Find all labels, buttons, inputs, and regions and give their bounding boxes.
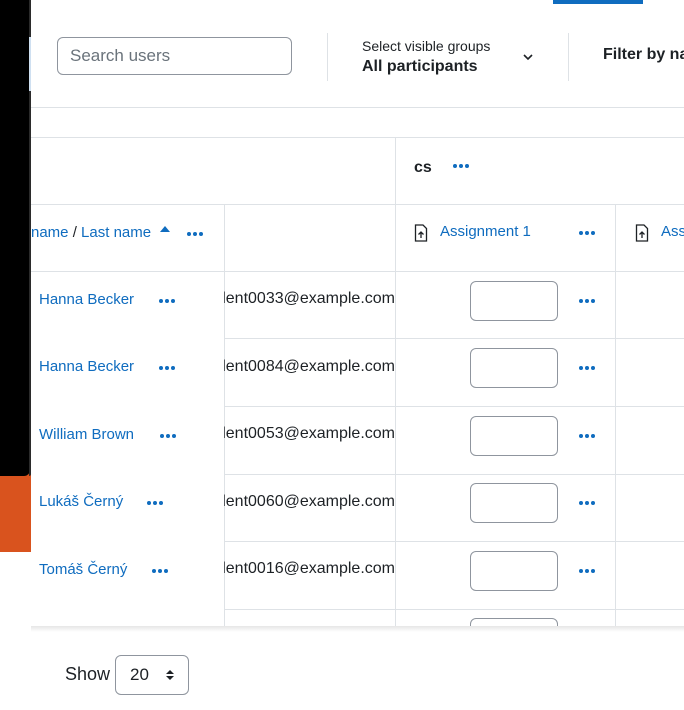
more-actions-icon[interactable] (579, 365, 595, 371)
user-email-text: student0053@example.com (224, 425, 395, 442)
groups-select-value[interactable]: All participants (362, 58, 478, 76)
user-email: student0060@example.com (224, 493, 395, 511)
grade-input[interactable] (470, 483, 558, 523)
per-page-value: 20 (130, 665, 149, 684)
more-actions-icon[interactable] (453, 163, 469, 169)
assignment-file-icon (414, 224, 428, 242)
toolbar-separator (327, 33, 328, 81)
user-email-text: student0033@example.com (224, 290, 395, 307)
user-email: student0053@example.com (224, 425, 395, 443)
user-email-text: student0084@example.com (224, 358, 395, 375)
table-border (615, 204, 616, 626)
grade-input[interactable] (470, 551, 558, 591)
more-actions-icon[interactable] (159, 365, 175, 371)
sort-first-name-link[interactable]: name (31, 224, 69, 241)
background-window-strip (0, 470, 31, 552)
more-actions-icon[interactable] (579, 298, 595, 304)
more-actions-icon[interactable] (579, 500, 595, 506)
grade-input[interactable] (470, 348, 558, 388)
background-window-edge (0, 0, 31, 476)
assignment-1-header-link[interactable]: Assignment 1 (440, 223, 531, 240)
toolbar-separator (568, 33, 569, 81)
user-email: student0084@example.com (224, 358, 395, 376)
more-actions-icon[interactable] (160, 433, 176, 439)
table-border (395, 137, 396, 626)
search-users-input[interactable] (57, 37, 292, 75)
more-actions-icon[interactable] (159, 298, 175, 304)
user-name-link[interactable]: Hanna Becker (39, 291, 134, 308)
select-arrows-icon (166, 670, 174, 680)
user-name-link[interactable]: Tomáš Černý (39, 561, 127, 578)
filter-by-name-button[interactable]: Filter by name (603, 46, 684, 64)
more-actions-icon[interactable] (147, 500, 163, 506)
groups-select-label: Select visible groups (362, 38, 491, 54)
chevron-down-icon[interactable] (521, 50, 535, 64)
scroll-shadow (31, 626, 684, 632)
left-accent-bar (29, 37, 31, 91)
grade-input[interactable] (470, 416, 558, 456)
active-tab-indicator (553, 0, 643, 4)
name-column-header[interactable]: name / Last name (31, 224, 151, 241)
more-actions-icon[interactable] (187, 231, 203, 237)
per-page-select[interactable] (115, 655, 189, 695)
user-email-text: student0060@example.com (224, 493, 395, 510)
more-actions-icon[interactable] (579, 433, 595, 439)
grade-input[interactable] (470, 281, 558, 321)
more-actions-icon[interactable] (152, 568, 168, 574)
user-email: student0033@example.com (224, 290, 395, 308)
category-header-label: cs (414, 159, 432, 176)
table-border (31, 204, 684, 205)
sort-last-name-link[interactable]: Last name (81, 224, 151, 241)
grader-table: cs name / Last name Assignment 1 Assignm… (31, 137, 684, 626)
per-page-label: Show (65, 664, 111, 684)
toolbar-divider (31, 107, 684, 108)
name-header-separator: / (68, 224, 82, 241)
user-name-link[interactable]: Lukáš Černý (39, 493, 123, 510)
table-border (31, 137, 684, 138)
sort-ascending-icon (160, 226, 170, 232)
more-actions-icon[interactable] (579, 568, 595, 574)
assignment-2-header-link[interactable]: Assignment (661, 223, 684, 240)
user-name-link[interactable]: William Brown (39, 426, 134, 443)
assignment-file-icon (635, 224, 649, 242)
table-border (31, 271, 684, 272)
user-email: student0016@example.com (224, 560, 395, 578)
more-actions-icon[interactable] (579, 230, 595, 236)
grade-input[interactable] (470, 618, 558, 626)
user-email-text: student0016@example.com (224, 560, 395, 577)
user-name-link[interactable]: Hanna Becker (39, 358, 134, 375)
